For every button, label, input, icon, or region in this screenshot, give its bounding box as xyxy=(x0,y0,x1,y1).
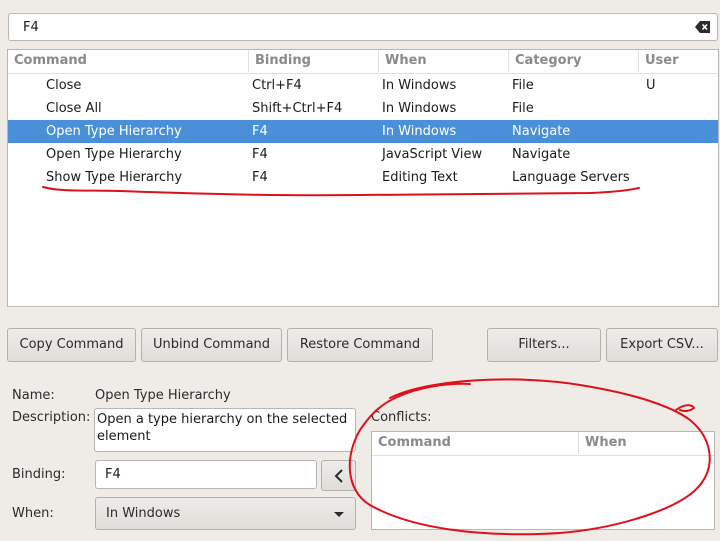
annotation-overlay xyxy=(42,186,711,536)
annotation-underline xyxy=(42,186,640,197)
annotation-circle xyxy=(348,378,711,536)
annotation-circle-tail xyxy=(675,404,696,413)
